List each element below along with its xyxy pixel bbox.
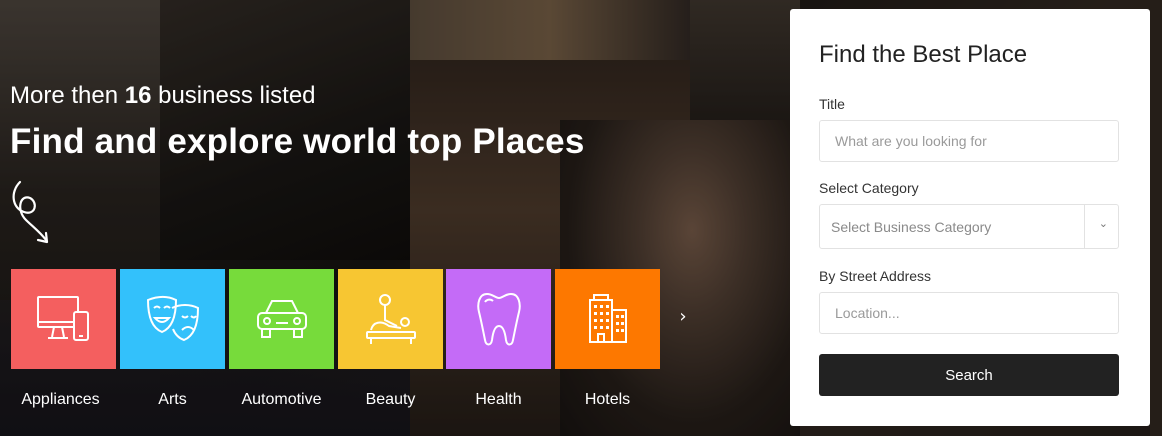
curly-arrow-icon: [12, 180, 49, 244]
category-select-value: Select Business Category: [831, 219, 992, 235]
category-automotive[interactable]: [229, 269, 334, 369]
carousel-next-button[interactable]: ›: [672, 303, 694, 329]
search-card-title: Find the Best Place: [819, 41, 1028, 68]
theater-masks-icon: [146, 296, 199, 342]
category-label-arts: Arts: [158, 391, 187, 408]
category-label-beauty: Beauty: [365, 391, 416, 408]
title-field-label: Title: [819, 96, 845, 112]
title-input[interactable]: [819, 120, 1119, 162]
car-icon: [256, 300, 307, 338]
category-label-automotive: Automotive: [241, 391, 322, 408]
search-card: Find the Best Place Title Select Categor…: [790, 9, 1150, 426]
chevron-down-icon: ⌄: [1098, 217, 1108, 230]
category-field-label: Select Category: [819, 180, 919, 196]
tooth-icon: [476, 292, 521, 346]
category-label-health: Health: [475, 391, 522, 408]
hero-title: Find and explore world top Places: [10, 122, 585, 161]
category-arts[interactable]: [120, 269, 225, 369]
category-label-appliances: Appliances: [21, 391, 100, 408]
massage-icon: [365, 294, 416, 344]
building-icon: [588, 294, 627, 343]
category-health[interactable]: [446, 269, 551, 369]
business-count: 16: [124, 82, 152, 109]
category-appliances[interactable]: [11, 269, 116, 369]
category-label-hotels: Hotels: [584, 391, 631, 408]
category-beauty[interactable]: [338, 269, 443, 369]
monitor-icon: [36, 296, 89, 341]
address-field-label: By Street Address: [819, 268, 932, 284]
hero-subtitle: More then 16 business listed: [10, 82, 316, 109]
search-button[interactable]: Search: [819, 354, 1119, 396]
location-input[interactable]: [819, 292, 1119, 334]
category-hotels[interactable]: [555, 269, 660, 369]
category-select[interactable]: Select Business Category ⌄: [819, 204, 1119, 249]
